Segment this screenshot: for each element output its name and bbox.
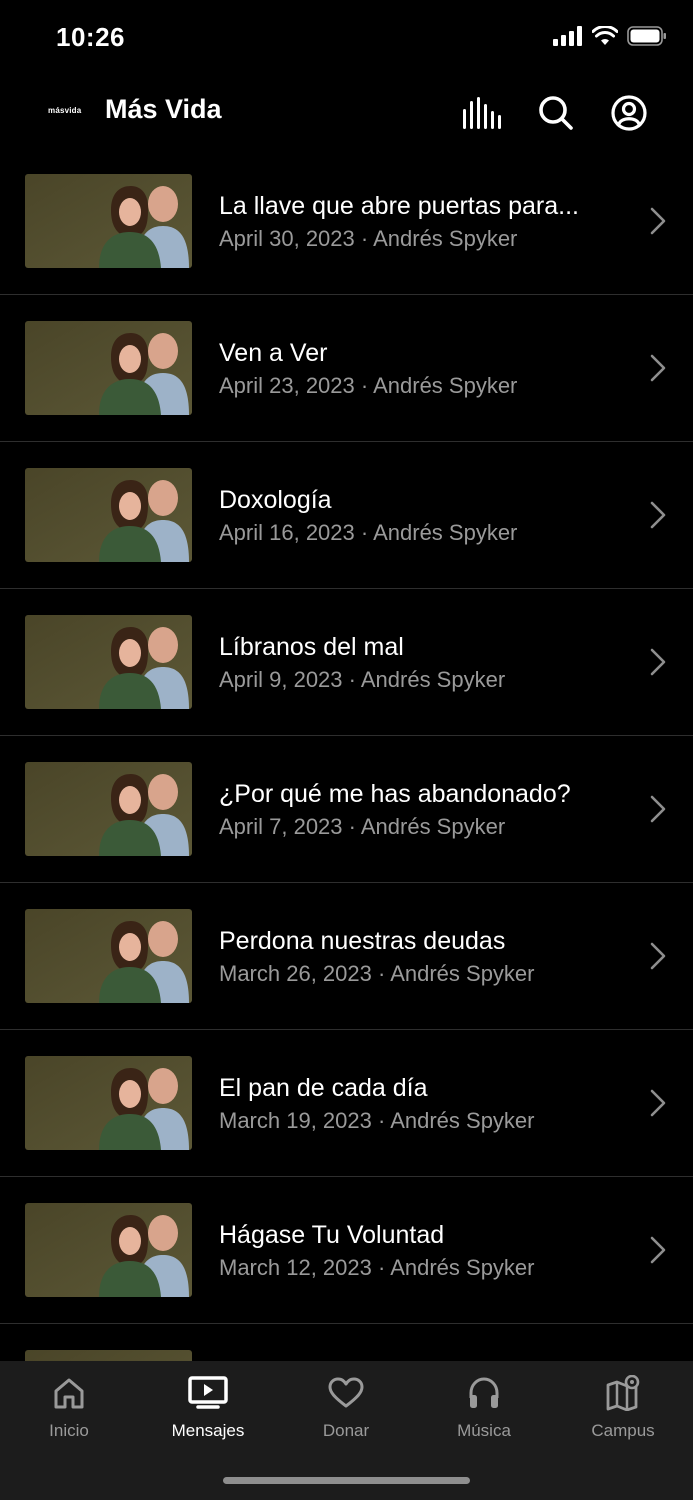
message-subtitle: March 12, 2023 · Andrés Spyker <box>219 1255 535 1280</box>
chevron-right-icon <box>649 1088 667 1118</box>
message-thumbnail <box>25 321 192 415</box>
tab-label: Inicio <box>49 1421 89 1440</box>
search-button[interactable] <box>535 92 577 134</box>
heart-icon <box>326 1373 366 1413</box>
message-title: ¿Por qué me has abandonado? <box>219 780 571 808</box>
tab-musica[interactable]: Música <box>415 1373 553 1443</box>
list-item[interactable]: El pan de cada día March 19, 2023 · Andr… <box>0 1030 693 1177</box>
tab-campus[interactable]: Campus <box>554 1373 692 1443</box>
list-item[interactable]: La llave que abre puertas para... April … <box>0 148 693 295</box>
message-thumbnail <box>25 174 192 268</box>
chevron-right-icon <box>649 794 667 824</box>
message-title: La llave que abre puertas para... <box>219 192 579 220</box>
profile-button[interactable] <box>608 92 650 134</box>
screen: 10:26 másvida Más Vida La llave que abre… <box>0 0 693 1500</box>
status-time: 10:26 <box>56 22 125 52</box>
message-subtitle: March 26, 2023 · Andrés Spyker <box>219 961 535 986</box>
message-thumbnail <box>25 762 192 856</box>
list-item[interactable]: ¿Por qué me has abandonado? April 7, 202… <box>0 736 693 883</box>
message-thumbnail <box>25 1203 192 1297</box>
list-item[interactable]: Ven a Ver April 23, 2023 · Andrés Spyker <box>0 295 693 442</box>
tab-label: Mensajes <box>171 1421 245 1440</box>
list-item[interactable]: Líbranos del mal April 9, 2023 · Andrés … <box>0 589 693 736</box>
chevron-right-icon <box>649 1235 667 1265</box>
audio-bars-icon <box>463 97 501 129</box>
headphones-icon <box>464 1373 504 1413</box>
message-title: Perdona nuestras deudas <box>219 927 506 955</box>
tab-label: Música <box>457 1421 511 1440</box>
message-subtitle: March 19, 2023 · Andrés Spyker <box>219 1108 535 1133</box>
home-indicator[interactable] <box>223 1477 470 1484</box>
app-header: másvida Más Vida <box>0 78 693 148</box>
wifi-icon <box>592 26 618 45</box>
chevron-right-icon <box>649 647 667 677</box>
message-title: El pan de cada día <box>219 1074 428 1102</box>
message-subtitle: April 16, 2023 · Andrés Spyker <box>219 520 518 545</box>
user-account-icon <box>611 95 647 131</box>
audio-bars-button[interactable] <box>460 92 502 134</box>
list-item[interactable]: Perdona nuestras deudas March 26, 2023 ·… <box>0 883 693 1030</box>
tab-bar: Inicio Mensajes Donar Música Campus <box>0 1361 693 1500</box>
chevron-right-icon <box>649 500 667 530</box>
list-item[interactable]: Hágase Tu Voluntad March 12, 2023 · Andr… <box>0 1177 693 1324</box>
message-subtitle: April 7, 2023 · Andrés Spyker <box>219 814 506 839</box>
brand-logo: másvida <box>48 106 82 115</box>
battery-icon <box>627 26 666 46</box>
tv-icon <box>188 1373 228 1413</box>
chevron-right-icon <box>649 941 667 971</box>
message-title: Doxología <box>219 486 332 514</box>
page-title: Más Vida <box>105 94 222 124</box>
chevron-right-icon <box>649 206 667 236</box>
list-item[interactable]: Doxología April 16, 2023 · Andrés Spyker <box>0 442 693 589</box>
message-subtitle: April 23, 2023 · Andrés Spyker <box>219 373 518 398</box>
message-list: La llave que abre puertas para... April … <box>0 148 693 1471</box>
map-pin-icon <box>603 1373 643 1413</box>
tab-donar[interactable]: Donar <box>277 1373 415 1443</box>
tab-inicio[interactable]: Inicio <box>0 1373 138 1443</box>
message-title: Líbranos del mal <box>219 633 404 661</box>
status-icons <box>553 26 667 46</box>
message-title: Ven a Ver <box>219 339 328 367</box>
tab-label: Donar <box>322 1421 370 1440</box>
search-icon <box>539 96 573 130</box>
message-title: Hágase Tu Voluntad <box>219 1221 445 1249</box>
chevron-right-icon <box>649 353 667 383</box>
home-icon <box>49 1373 89 1413</box>
message-subtitle: April 30, 2023 · Andrés Spyker <box>219 226 518 251</box>
cellular-signal-icon <box>553 26 582 46</box>
tab-mensajes[interactable]: Mensajes <box>139 1373 277 1443</box>
status-bar: 10:26 <box>0 0 693 78</box>
message-thumbnail <box>25 615 192 709</box>
message-subtitle: April 9, 2023 · Andrés Spyker <box>219 667 506 692</box>
message-thumbnail <box>25 909 192 1003</box>
tab-label: Campus <box>591 1421 655 1440</box>
message-thumbnail <box>25 1056 192 1150</box>
message-thumbnail <box>25 468 192 562</box>
